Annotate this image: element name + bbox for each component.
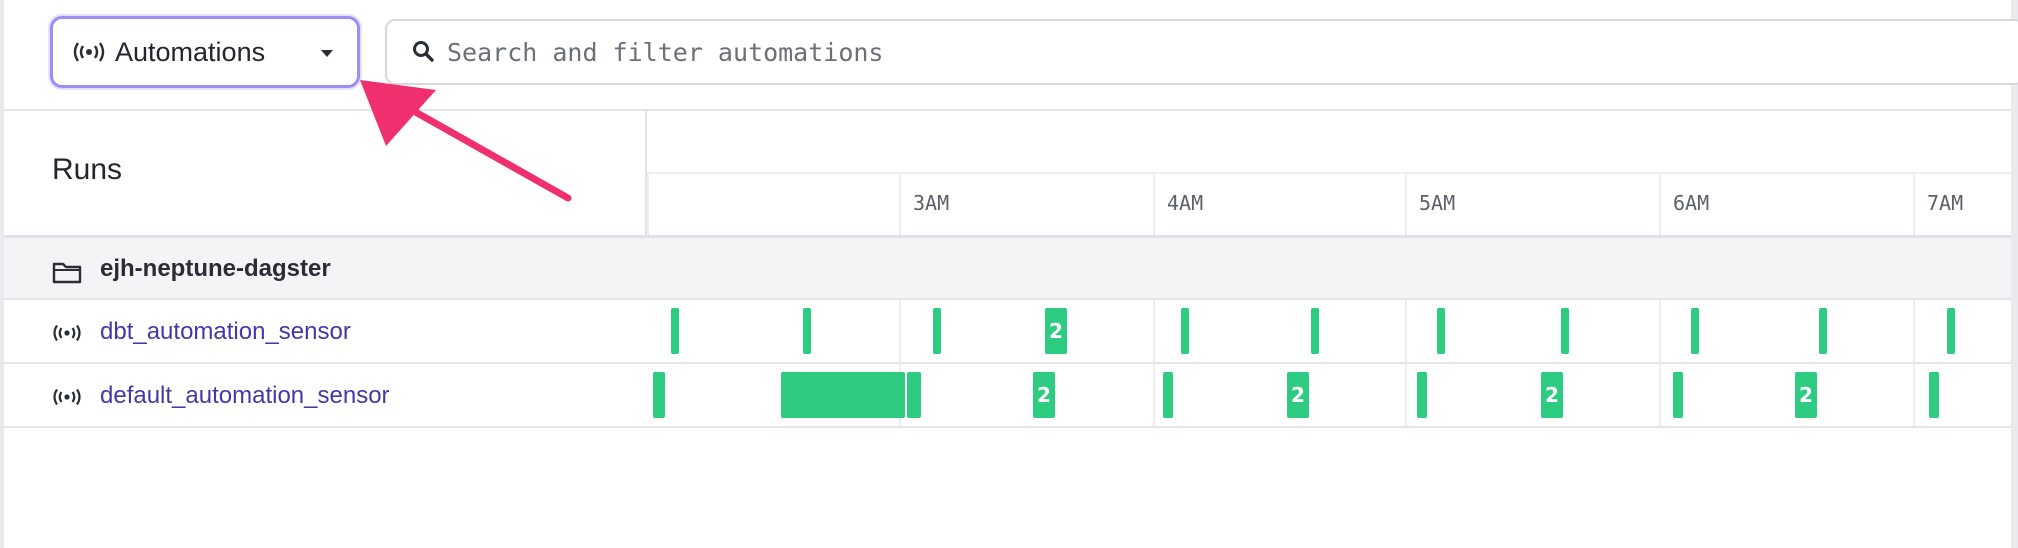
search-icon <box>413 41 434 62</box>
run-marker[interactable] <box>781 372 905 418</box>
hour-label: 6AM <box>1659 174 1913 236</box>
sensor-row: default_automation_sensor 2 2 2 2 <box>4 364 2011 428</box>
hour-label: 4AM <box>1153 174 1405 236</box>
run-timeline: 2 <box>647 300 2011 362</box>
hour-gridline <box>899 300 901 362</box>
hour-label: 7AM <box>1913 174 2011 236</box>
run-marker[interactable] <box>1437 308 1445 354</box>
hour-gridline <box>1405 364 1407 426</box>
run-marker[interactable] <box>933 308 941 354</box>
run-marker[interactable] <box>1311 308 1319 354</box>
group-name: ejh-neptune-dagster <box>100 255 331 282</box>
run-group-marker[interactable]: 2 <box>1033 372 1055 418</box>
sensor-link[interactable]: dbt_automation_sensor <box>100 318 351 346</box>
run-marker[interactable] <box>1929 372 1939 418</box>
sensor-link[interactable]: default_automation_sensor <box>100 382 390 410</box>
run-marker[interactable] <box>1163 372 1173 418</box>
timeline-header: 3AM 4AM 5AM 6AM 7AM <box>647 111 2011 236</box>
hour-column-blank <box>647 174 899 236</box>
run-marker[interactable] <box>1947 308 1955 354</box>
run-group-marker[interactable]: 2 <box>1045 308 1067 354</box>
hour-gridline <box>1913 300 1915 362</box>
run-marker[interactable] <box>803 308 811 354</box>
hour-gridline <box>1659 300 1661 362</box>
hour-gridline <box>1659 364 1661 426</box>
sensor-icon <box>53 324 81 342</box>
hour-gridline <box>1153 364 1155 426</box>
run-marker[interactable] <box>1561 308 1569 354</box>
hour-gridline <box>1405 300 1407 362</box>
run-marker[interactable] <box>671 308 679 354</box>
hour-gridline <box>1153 300 1155 362</box>
sensor-icon <box>53 388 81 406</box>
automations-select-label: Automations <box>115 36 266 67</box>
run-group-marker[interactable]: 2 <box>1541 372 1563 418</box>
run-group-marker[interactable]: 2 <box>1795 372 1817 418</box>
run-marker[interactable] <box>1417 372 1427 418</box>
run-marker[interactable] <box>653 372 665 418</box>
run-marker[interactable] <box>1181 308 1189 354</box>
sensor-icon <box>73 42 105 62</box>
chevron-down-icon <box>321 50 333 57</box>
folder-icon <box>52 262 82 284</box>
search-bar[interactable] <box>385 19 2018 85</box>
search-input[interactable] <box>447 37 1947 67</box>
toolbar: Automations <box>4 0 2018 110</box>
run-marker[interactable] <box>1819 308 1827 354</box>
runs-title: Runs <box>52 153 123 186</box>
annotation-arrow-icon <box>360 80 572 202</box>
run-timeline: 2 2 2 2 <box>647 364 2011 426</box>
automations-view-select[interactable]: Automations <box>50 16 360 88</box>
empty-area <box>4 428 2011 548</box>
run-group-marker[interactable]: 2 <box>1287 372 1309 418</box>
hour-label: 3AM <box>899 174 1153 236</box>
run-marker[interactable] <box>1673 372 1683 418</box>
hour-gridline <box>1913 364 1915 426</box>
run-marker[interactable] <box>907 372 921 418</box>
sensor-row: dbt_automation_sensor 2 <box>4 300 2011 364</box>
hour-label: 5AM <box>1405 174 1659 236</box>
group-row[interactable]: ejh-neptune-dagster <box>4 238 2011 300</box>
run-marker[interactable] <box>1691 308 1699 354</box>
